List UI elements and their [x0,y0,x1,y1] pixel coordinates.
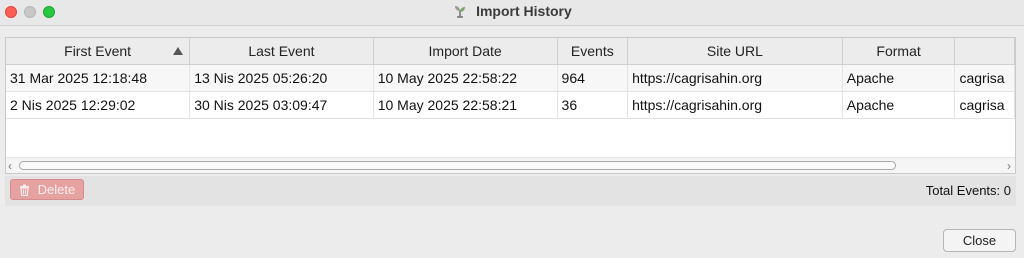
table-row[interactable]: 2 Nis 2025 12:29:02 30 Nis 2025 03:09:47… [6,91,1015,119]
trash-icon [20,184,29,196]
table-footer-bar: Delete Total Events: 0 [5,176,1016,206]
column-header-last-event[interactable]: Last Event [189,38,374,65]
horizontal-scrollbar[interactable]: ‹ › [6,157,1015,173]
cell-site-url: https://cagrisahin.org [627,64,843,92]
cell-last-event: 13 Nis 2025 05:26:20 [189,64,374,92]
cell-format: Apache [842,64,956,92]
column-label: Import Date [428,43,502,59]
column-header-format[interactable]: Format [842,38,956,65]
window-title: Import History [476,3,572,19]
sort-ascending-icon [173,47,184,55]
cell-site-url: https://cagrisahin.org [627,91,843,119]
total-events-label: Total Events: 0 [925,183,1011,198]
column-label: Last Event [248,43,315,59]
window-title-group: Import History [0,3,1024,21]
cell-import-date: 10 May 2025 22:58:21 [373,91,558,119]
scrollbar-thumb[interactable] [19,161,896,170]
column-label: Events [570,43,614,59]
column-label: Site URL [706,43,763,59]
delete-button-label: Delete [37,182,76,197]
cell-events: 964 [557,64,629,92]
cell-first-event: 2 Nis 2025 12:29:02 [6,91,191,119]
cell-first-event: 31 Mar 2025 12:18:48 [6,64,191,92]
cell-events: 36 [557,91,629,119]
cell-last-event: 30 Nis 2025 03:09:47 [189,91,374,119]
column-header-extra[interactable] [954,38,1015,65]
close-button[interactable]: Close [943,229,1016,252]
column-header-first-event[interactable]: First Event [6,38,191,65]
import-history-table: First Event Last Event Import Date Event… [5,37,1016,174]
scroll-left-arrow-icon[interactable]: ‹ [8,159,12,173]
delete-button[interactable]: Delete [10,179,84,200]
column-header-import-date[interactable]: Import Date [373,38,558,65]
table-header-row: First Event Last Event Import Date Event… [6,38,1015,65]
cell-import-date: 10 May 2025 22:58:22 [373,64,558,92]
column-header-site-url[interactable]: Site URL [627,38,843,65]
scroll-right-arrow-icon[interactable]: › [1007,159,1011,173]
column-header-events[interactable]: Events [557,38,629,65]
cell-extra: cagrisa [954,64,1015,92]
history-grid: First Event Last Event Import Date Event… [6,38,1015,119]
import-app-icon [455,6,466,18]
cell-format: Apache [842,91,956,119]
cell-extra: cagrisa [954,91,1015,119]
title-bar: Import History [0,0,1024,26]
column-label: First Event [64,43,132,59]
table-row[interactable]: 31 Mar 2025 12:18:48 13 Nis 2025 05:26:2… [6,64,1015,92]
column-label: Format [876,43,921,59]
